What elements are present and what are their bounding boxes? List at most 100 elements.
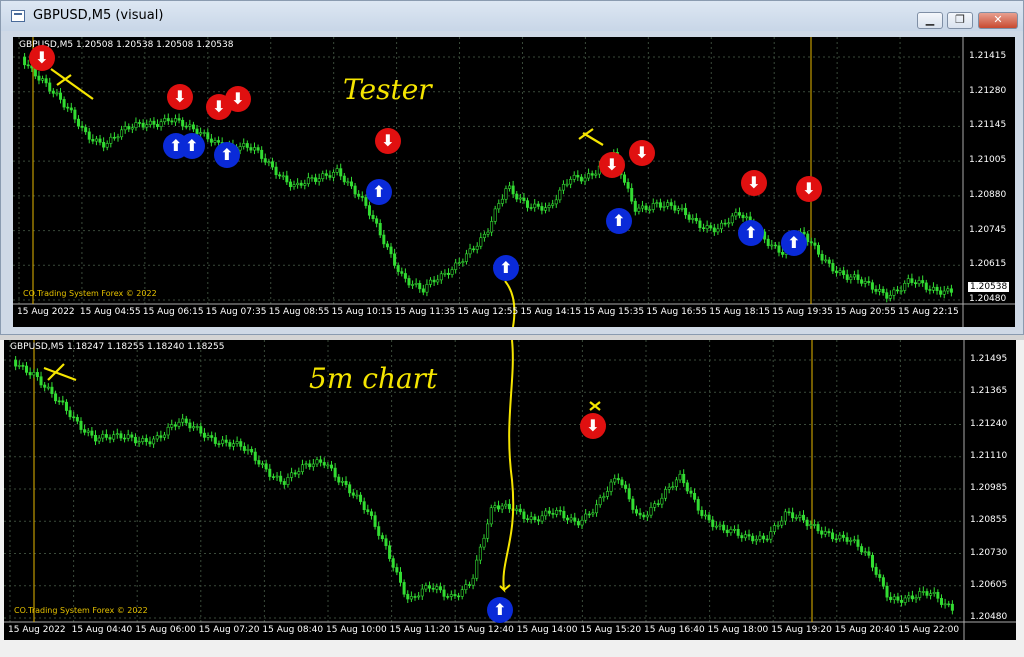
maximize-button[interactable]: ❐ bbox=[947, 12, 973, 29]
candle-body bbox=[83, 429, 87, 433]
close-button[interactable]: ✕ bbox=[978, 12, 1018, 29]
candle-body bbox=[526, 518, 530, 520]
candle-body bbox=[285, 175, 289, 183]
candle-body bbox=[727, 222, 731, 225]
candle-body bbox=[156, 124, 160, 127]
candle-body bbox=[536, 203, 540, 207]
candle-body bbox=[867, 551, 871, 556]
candle-body bbox=[896, 596, 900, 601]
candle-body bbox=[292, 184, 296, 188]
candle-body bbox=[831, 532, 835, 540]
candle-body bbox=[148, 441, 152, 445]
tester-chart[interactable]: GBPUSD,M5 1.20508 1.20538 1.20508 1.2053… bbox=[13, 37, 1015, 327]
candle-body bbox=[838, 270, 842, 274]
candle-body bbox=[39, 376, 43, 386]
candle-body bbox=[400, 271, 404, 274]
candle-body bbox=[842, 270, 846, 275]
candle-body bbox=[820, 530, 824, 535]
candle-body bbox=[314, 177, 318, 182]
candle-body bbox=[644, 205, 648, 210]
candle-body bbox=[210, 435, 214, 438]
candle-body bbox=[126, 434, 130, 439]
candle-body bbox=[547, 510, 551, 514]
x-axis-label: 15 Aug 06:15 bbox=[142, 307, 204, 317]
x-axis-label: 15 Aug 08:40 bbox=[262, 625, 324, 635]
candle-body bbox=[794, 517, 798, 519]
candle-body bbox=[75, 417, 79, 422]
candle-body bbox=[762, 535, 766, 540]
candle-body bbox=[658, 202, 662, 208]
candle-body bbox=[79, 420, 83, 430]
candle-body bbox=[783, 511, 787, 522]
candle-body bbox=[398, 571, 402, 583]
x-axis-label: 15 Aug 14:00 bbox=[516, 625, 578, 635]
candle-body bbox=[921, 591, 925, 593]
candle-body bbox=[438, 586, 442, 591]
candle-body bbox=[271, 476, 275, 478]
candle-body bbox=[105, 143, 109, 148]
candle-body bbox=[472, 248, 476, 251]
candle-body bbox=[112, 136, 116, 139]
candle-body bbox=[173, 424, 177, 427]
minimize-button[interactable]: ▁ bbox=[917, 12, 943, 29]
candle-body bbox=[630, 188, 634, 202]
arrow-up-circle-icon: ⬆ bbox=[179, 133, 205, 159]
candle-body bbox=[328, 175, 332, 178]
chart-window-icon bbox=[11, 10, 25, 22]
candle-body bbox=[878, 574, 882, 578]
candle-body bbox=[109, 136, 113, 144]
x-axis-label: 15 Aug 18:15 bbox=[709, 307, 770, 317]
candle-body bbox=[671, 486, 675, 488]
candle-body bbox=[432, 279, 436, 283]
candle-body bbox=[446, 272, 450, 275]
candle-body bbox=[613, 478, 617, 483]
candle-body bbox=[101, 434, 105, 439]
candle-body bbox=[86, 430, 90, 433]
candle-body bbox=[881, 288, 885, 293]
candle-body bbox=[745, 216, 749, 219]
candle-body bbox=[493, 208, 497, 222]
candle-body bbox=[609, 481, 613, 492]
x-axis-label: 15 Aug 12:55 bbox=[457, 307, 519, 317]
candle-body bbox=[199, 426, 203, 434]
candle-body bbox=[417, 595, 421, 598]
candle-body bbox=[687, 214, 691, 220]
candle-body bbox=[900, 599, 904, 603]
candle-body bbox=[32, 372, 36, 376]
candle-body bbox=[932, 591, 936, 595]
x-axis-label: 15 Aug 11:20 bbox=[389, 625, 451, 635]
candle-body bbox=[856, 539, 860, 547]
candle-body bbox=[152, 120, 156, 125]
candle-body bbox=[224, 439, 228, 443]
candle-body bbox=[221, 439, 225, 444]
candle-body bbox=[572, 174, 576, 180]
y-axis-label: 1.21240 bbox=[970, 418, 1008, 429]
x-axis-label: 15 Aug 14:15 bbox=[520, 307, 582, 317]
candle-body bbox=[772, 525, 776, 532]
candle-body bbox=[709, 225, 713, 229]
arrow-up-circle-icon: ⬆ bbox=[214, 142, 240, 168]
candle-body bbox=[649, 506, 653, 516]
candle-body bbox=[605, 491, 609, 497]
candle-body bbox=[518, 197, 522, 200]
candle-body bbox=[268, 468, 272, 477]
candle-body bbox=[889, 596, 893, 600]
candle-body bbox=[881, 577, 885, 587]
candle-body bbox=[662, 206, 666, 208]
candle-body bbox=[543, 207, 547, 211]
candle-body bbox=[270, 161, 274, 168]
candle-body bbox=[674, 479, 678, 487]
candle-body bbox=[475, 559, 479, 579]
candle-body bbox=[691, 217, 695, 220]
candle-body bbox=[260, 149, 264, 159]
candle-body bbox=[206, 435, 210, 438]
live-chart[interactable]: GBPUSD,M5 1.18247 1.18255 1.18240 1.1825… bbox=[4, 340, 1016, 640]
candle-body bbox=[166, 426, 170, 436]
candle-body bbox=[515, 193, 519, 200]
live-copyright: CO.Trading System Forex © 2022 bbox=[14, 606, 148, 615]
candle-body bbox=[943, 603, 947, 606]
arrow-up-circle-icon: ⬆ bbox=[781, 230, 807, 256]
candle-body bbox=[903, 283, 907, 291]
candle-body bbox=[809, 524, 813, 527]
candle-body bbox=[184, 125, 188, 128]
